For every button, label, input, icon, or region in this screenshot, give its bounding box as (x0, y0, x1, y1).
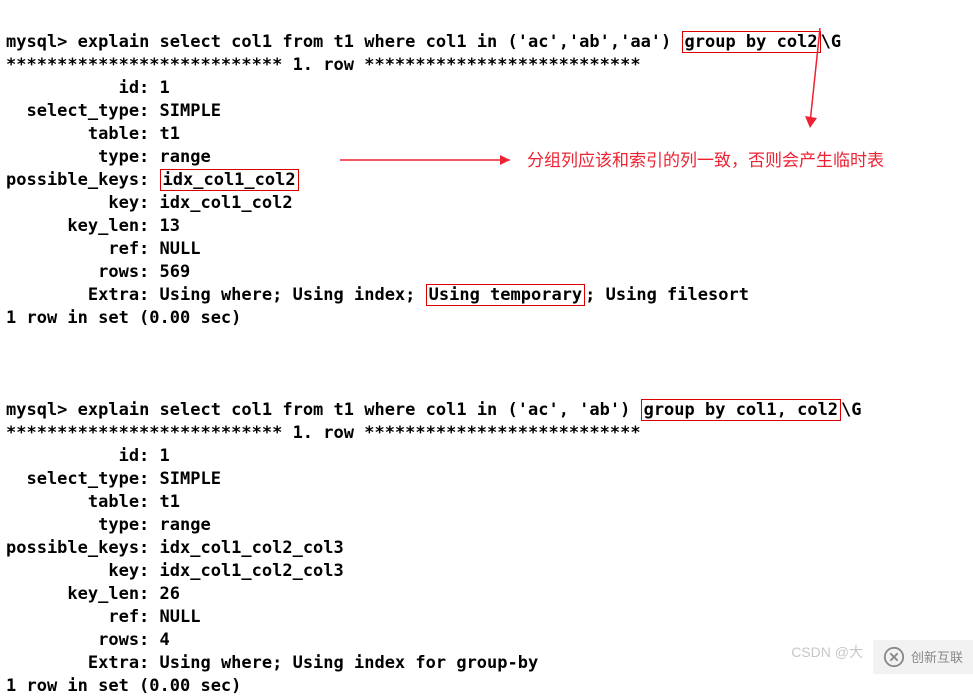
field-label-select-type: select_type: (6, 469, 160, 489)
field-label-id: id: (6, 446, 160, 466)
field-value: idx_col1_col2_col3 (160, 561, 344, 581)
field-value: t1 (160, 124, 180, 144)
field-value: t1 (160, 492, 180, 512)
field-label-extra: Extra: (6, 285, 160, 305)
sql-text: explain select col1 from t1 where col1 i… (78, 32, 682, 52)
field-value: range (160, 515, 211, 535)
field-value: 26 (160, 584, 180, 604)
row-separator: *************************** 1. row *****… (6, 423, 641, 443)
field-value: idx_col1_col2_col3 (160, 538, 344, 558)
field-value: NULL (160, 607, 201, 627)
brand-logo-text: 创新互联 (911, 646, 963, 669)
field-value: 1 (160, 446, 170, 466)
brand-logo-icon (883, 646, 905, 668)
field-label-key: key: (6, 561, 160, 581)
field-value: Using where; Using index; (160, 285, 426, 305)
field-value: NULL (160, 239, 201, 259)
field-value: SIMPLE (160, 101, 221, 121)
terminal-output: mysql> explain select col1 from t1 where… (6, 8, 862, 698)
field-label-rows: rows: (6, 262, 160, 282)
field-value: 4 (160, 630, 170, 650)
field-label-ref: ref: (6, 607, 160, 627)
sql-terminator: \G (841, 400, 861, 420)
field-label-rows: rows: (6, 630, 160, 650)
mysql-prompt: mysql> (6, 400, 78, 420)
field-value: 1 (160, 78, 170, 98)
field-label-ref: ref: (6, 239, 160, 259)
field-value: ; Using filesort (585, 285, 749, 305)
field-value: range (160, 147, 211, 167)
field-value: SIMPLE (160, 469, 221, 489)
possible-keys-highlight: idx_col1_col2 (160, 169, 299, 191)
field-label-key: key: (6, 193, 160, 213)
sql-terminator: \G (821, 32, 841, 52)
field-label-key-len: key_len: (6, 584, 160, 604)
field-label-possible-keys: possible_keys: (6, 538, 160, 558)
sql-text: explain select col1 from t1 where col1 i… (78, 400, 641, 420)
field-value: Using where; Using index for group-by (160, 653, 539, 673)
annotation-text: 分组列应该和索引的列一致，否则会产生临时表 (527, 149, 884, 172)
field-label-table: table: (6, 124, 160, 144)
brand-logo: 创新互联 (873, 640, 973, 674)
field-label-key-len: key_len: (6, 216, 160, 236)
field-label-id: id: (6, 78, 160, 98)
field-label-type: type: (6, 147, 160, 167)
field-value: 569 (160, 262, 191, 282)
using-temporary-highlight: Using temporary (426, 284, 586, 306)
timing-info: 1 row in set (0.00 sec) (6, 676, 241, 696)
field-label-extra: Extra: (6, 653, 160, 673)
field-value: 13 (160, 216, 180, 236)
mysql-prompt: mysql> (6, 32, 78, 52)
field-value: idx_col1_col2 (160, 193, 293, 213)
row-separator: *************************** 1. row *****… (6, 55, 641, 75)
timing-info: 1 row in set (0.00 sec) (6, 308, 241, 328)
field-label-select-type: select_type: (6, 101, 160, 121)
field-label-type: type: (6, 515, 160, 535)
field-label-table: table: (6, 492, 160, 512)
group-by-clause-highlight: group by col2 (682, 31, 821, 53)
csdn-watermark: CSDN @大 (791, 641, 863, 664)
field-label-possible-keys: possible_keys: (6, 170, 160, 190)
group-by-clause-highlight: group by col1, col2 (641, 399, 841, 421)
